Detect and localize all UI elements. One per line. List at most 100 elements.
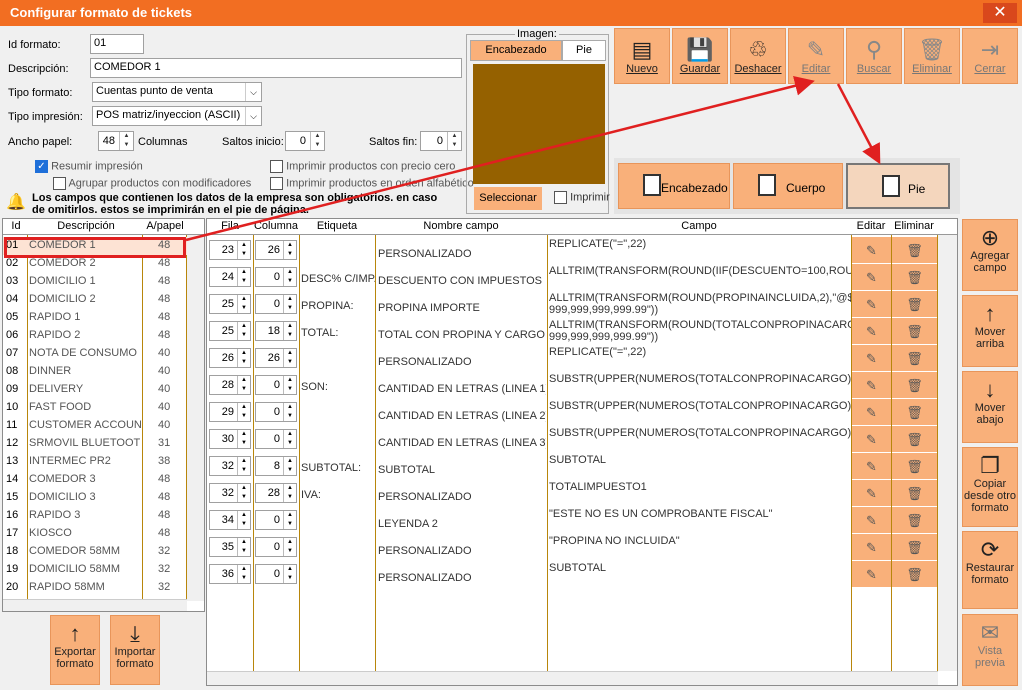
table-row[interactable]: 35 ▲ ▼ 0 ▲ ▼ PERSONALIZADO "PROPINA NO INCLUIDA…: [207, 534, 938, 561]
stepper-arrows-icon[interactable]: ▲ ▼: [283, 484, 296, 502]
list-item[interactable]: 08 DINNER 40: [3, 363, 187, 381]
buscar-button[interactable]: ⚲ Buscar: [846, 28, 902, 84]
cerrar-button[interactable]: ⇥ Cerrar: [962, 28, 1018, 84]
edit-icon[interactable]: ✎: [852, 507, 891, 534]
orden-alfa-checkbox-row[interactable]: Imprimir productos en orden alfabético: [270, 177, 474, 190]
edit-icon[interactable]: ✎: [852, 399, 891, 426]
fila-stepper[interactable]: 35 ▲ ▼: [209, 537, 251, 557]
stepper-arrows-icon[interactable]: ▲ ▼: [283, 457, 296, 475]
list-item[interactable]: 18 COMEDOR 58MM 32: [3, 543, 187, 561]
ancho-stepper[interactable]: 48 ▲ ▼: [98, 131, 134, 151]
columna-stepper[interactable]: 0 ▲ ▼: [255, 267, 297, 287]
col-header-descripcion[interactable]: Descripción: [29, 220, 143, 232]
col-header-campo[interactable]: Campo: [547, 220, 851, 232]
desc-input[interactable]: COMEDOR 1: [90, 58, 462, 78]
stepper-arrows-icon[interactable]: ▲ ▼: [237, 457, 250, 475]
list-item[interactable]: 04 DOMICILIO 2 48: [3, 291, 187, 309]
stepper-arrows-icon[interactable]: ▲ ▼: [237, 511, 250, 529]
id-input[interactable]: 01: [90, 34, 144, 54]
tipo-impresion-select[interactable]: POS matriz/inyeccion (ASCII) ⌵: [92, 106, 262, 126]
seleccionar-button[interactable]: Seleccionar: [474, 187, 542, 210]
agrupar-checkbox-row[interactable]: Agrupar productos con modificadores: [53, 177, 251, 190]
list-item[interactable]: 19 DOMICILIO 58MM 32: [3, 561, 187, 579]
trash-icon[interactable]: 🗑: [892, 561, 937, 588]
stepper-arrows-icon[interactable]: ▲ ▼: [283, 322, 296, 340]
table-row[interactable]: 36 ▲ ▼ 0 ▲ ▼ PERSONALIZADO SUBTOTAL ✎ 🗑: [207, 561, 938, 588]
list-vscrollbar[interactable]: [187, 235, 204, 601]
arrow-down-button[interactable]: ↓ Mover abajo: [962, 371, 1018, 443]
table-row[interactable]: 25 ▲ ▼ 18 ▲ ▼ TOTAL: TOTAL CON PROPINA Y CARGO A…: [207, 318, 938, 345]
columna-stepper[interactable]: 0 ▲ ▼: [255, 429, 297, 449]
imprimir-checkbox-row[interactable]: Imprimir: [554, 191, 610, 204]
stepper-arrows-icon[interactable]: ▲ ▼: [237, 376, 250, 394]
edit-icon[interactable]: ✎: [852, 480, 891, 507]
stepper-arrows-icon[interactable]: ▲ ▼: [283, 376, 296, 394]
fila-stepper[interactable]: 36 ▲ ▼: [209, 564, 251, 584]
checkbox-unchecked[interactable]: [270, 177, 283, 190]
resumir-checkbox-row[interactable]: ✓ Resumir impresión: [35, 160, 143, 173]
tab-imagen-pie[interactable]: Pie: [562, 40, 606, 61]
edit-icon[interactable]: ✎: [852, 264, 891, 291]
checkbox-unchecked[interactable]: [270, 160, 283, 173]
trash-icon[interactable]: 🗑: [892, 345, 937, 372]
table-row[interactable]: 28 ▲ ▼ 0 ▲ ▼ SON: CANTIDAD EN LETRAS (LINEA 1) S…: [207, 372, 938, 399]
trash-icon[interactable]: 🗑: [892, 453, 937, 480]
stepper-arrows-icon[interactable]: ▲ ▼: [237, 565, 250, 583]
col-header-etiqueta[interactable]: Etiqueta: [299, 220, 375, 232]
list-item[interactable]: 05 RAPIDO 1 48: [3, 309, 187, 327]
exportar-button[interactable]: ↑ Exportar formato: [50, 615, 100, 685]
columna-stepper[interactable]: 0 ▲ ▼: [255, 375, 297, 395]
list-item[interactable]: 09 DELIVERY 40: [3, 381, 187, 399]
trash-icon[interactable]: 🗑: [892, 480, 937, 507]
fila-stepper[interactable]: 25 ▲ ▼: [209, 321, 251, 341]
stepper-arrows-icon[interactable]: ▲ ▼: [237, 295, 250, 313]
table-row[interactable]: 23 ▲ ▼ 26 ▲ ▼ PERSONALIZADO REPLICATE("=",22) ✎ 🗑: [207, 237, 938, 264]
list-item[interactable]: 10 FAST FOOD 40: [3, 399, 187, 417]
fila-stepper[interactable]: 26 ▲ ▼: [209, 348, 251, 368]
col-header-columna[interactable]: Columna: [253, 220, 299, 232]
fila-stepper[interactable]: 32 ▲ ▼: [209, 483, 251, 503]
saltos-inicio-stepper[interactable]: 0 ▲ ▼: [285, 131, 325, 151]
trash-icon[interactable]: 🗑: [892, 507, 937, 534]
stepper-arrows-icon[interactable]: ▲ ▼: [237, 403, 250, 421]
col-header-apapel[interactable]: A/papel: [143, 220, 187, 232]
fila-stepper[interactable]: 34 ▲ ▼: [209, 510, 251, 530]
columna-stepper[interactable]: 8 ▲ ▼: [255, 456, 297, 476]
list-item[interactable]: 15 DOMICILIO 3 48: [3, 489, 187, 507]
list-item[interactable]: 17 KIOSCO 48: [3, 525, 187, 543]
fila-stepper[interactable]: 24 ▲ ▼: [209, 267, 251, 287]
stepper-arrows-icon[interactable]: ▲ ▼: [119, 132, 133, 150]
edit-icon[interactable]: ✎: [852, 372, 891, 399]
importar-button[interactable]: ⤓ Importar formato: [110, 615, 160, 685]
eliminar-button[interactable]: 🗑 Eliminar: [904, 28, 960, 84]
columna-stepper[interactable]: 0 ▲ ▼: [255, 537, 297, 557]
table-row[interactable]: 29 ▲ ▼ 0 ▲ ▼ CANTIDAD EN LETRAS (LINEA 2) SUBST…: [207, 399, 938, 426]
list-item[interactable]: 20 RAPIDO 58MM 32: [3, 579, 187, 597]
list-item[interactable]: 06 RAPIDO 2 48: [3, 327, 187, 345]
checkbox-unchecked[interactable]: [554, 191, 567, 204]
guardar-button[interactable]: 💾 Guardar: [672, 28, 728, 84]
restore-button[interactable]: ⟳ Restaurar formato: [962, 531, 1018, 609]
fields-hscrollbar[interactable]: [207, 671, 938, 685]
tab-imagen-encabezado[interactable]: Encabezado: [470, 40, 562, 61]
table-row[interactable]: 25 ▲ ▼ 0 ▲ ▼ PROPINA: PROPINA IMPORTE ALLTRIM(TR…: [207, 291, 938, 318]
cuerpo-section-button[interactable]: Cuerpo: [733, 163, 843, 209]
table-row[interactable]: 32 ▲ ▼ 8 ▲ ▼ SUBTOTAL: SUBTOTAL SUBTOTAL ✎ 🗑: [207, 453, 938, 480]
stepper-arrows-icon[interactable]: ▲ ▼: [237, 430, 250, 448]
list-item[interactable]: 03 DOMICILIO 1 48: [3, 273, 187, 291]
col-header-fila[interactable]: Fila: [207, 220, 253, 232]
fila-stepper[interactable]: 23 ▲ ▼: [209, 240, 251, 260]
fields-grid[interactable]: Fila Columna Etiqueta Nombre campo Campo…: [206, 218, 958, 686]
table-row[interactable]: 26 ▲ ▼ 26 ▲ ▼ PERSONALIZADO REPLICATE("=",22) ✎ 🗑: [207, 345, 938, 372]
table-row[interactable]: 34 ▲ ▼ 0 ▲ ▼ LEYENDA 2 "ESTE NO ES UN COMPROBAN…: [207, 507, 938, 534]
edit-icon[interactable]: ✎: [852, 318, 891, 345]
checkbox-checked[interactable]: ✓: [35, 160, 48, 173]
copy-button[interactable]: ❐ Copiar desde otro formato: [962, 447, 1018, 527]
columna-stepper[interactable]: 26 ▲ ▼: [255, 348, 297, 368]
fila-stepper[interactable]: 32 ▲ ▼: [209, 456, 251, 476]
checkbox-unchecked[interactable]: [53, 177, 66, 190]
stepper-arrows-icon[interactable]: ▲ ▼: [237, 322, 250, 340]
edit-icon[interactable]: ✎: [852, 426, 891, 453]
columna-stepper[interactable]: 0 ▲ ▼: [255, 564, 297, 584]
stepper-arrows-icon[interactable]: ▲ ▼: [283, 538, 296, 556]
